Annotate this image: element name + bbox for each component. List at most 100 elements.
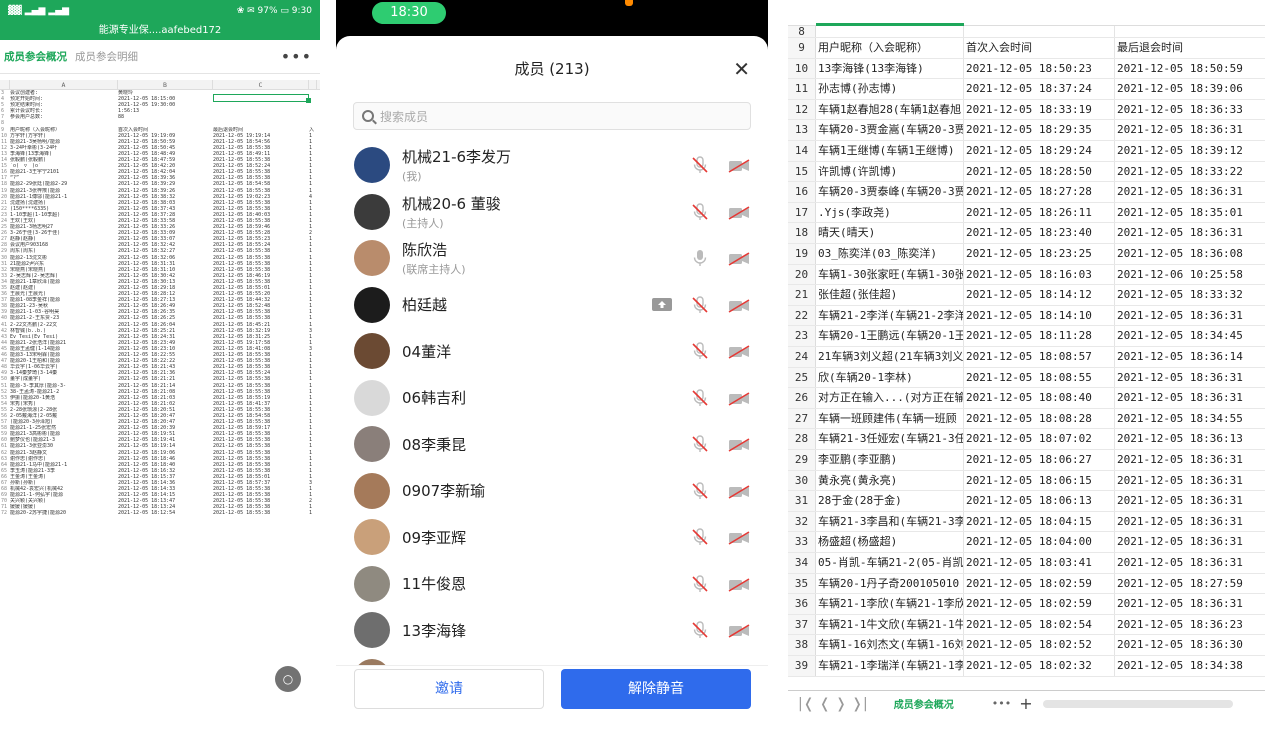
microphone-icon[interactable] [692, 249, 708, 267]
spreadsheet-grid[interactable]: A B C 3 会议创建者: 黄晓玲 4 预定开始时间: 2021-12-05 18:15… [0, 80, 320, 517]
microphone-muted-icon[interactable] [692, 389, 708, 407]
invite-button[interactable]: 邀请 [354, 669, 544, 709]
more-sheets-icon[interactable]: ••• [992, 697, 1011, 710]
camera-off-icon[interactable] [728, 577, 750, 592]
table-row[interactable]: 14 车辆1王继博(车辆1王继博) 2021-12-05 18:29:24 2021-… [788, 141, 1265, 162]
table-row[interactable]: 32 车辆21-3李昌和(车辆21-3李 2021-12-05 18:04:15 20… [788, 511, 1265, 533]
sheet-tab-overview[interactable]: 成员参会概况 [894, 696, 954, 711]
camera-off-icon[interactable] [728, 484, 750, 499]
table-row[interactable]: 35 车辆20-1丹子奇200105010 2021-12-05 18:02:59 2… [788, 573, 1265, 595]
camera-off-icon[interactable] [728, 437, 750, 452]
camera-off-icon[interactable] [728, 344, 750, 359]
microphone-muted-icon[interactable] [692, 621, 708, 639]
table-row[interactable]: 17 .Yjs(李政尧) 2021-12-05 18:26:11 2021-12-05… [788, 202, 1265, 224]
column-header-a[interactable]: A [10, 80, 118, 89]
table-row[interactable]: 36 车辆21-1李欣(车辆21-1李欣 2021-12-05 18:02:59 20… [788, 594, 1265, 615]
member-row[interactable]: 机械21-6李发万 (我) [336, 142, 768, 189]
camera-off-icon[interactable] [728, 251, 750, 266]
table-row[interactable]: 15 许凯博(许凯博) 2021-12-05 18:28:50 2021-12-05 … [788, 161, 1265, 183]
unmute-all-button[interactable]: 解除静音 [561, 669, 751, 709]
sheet-nav-arrows[interactable]: |❬ ❬ ❭ ❭| [798, 696, 868, 712]
member-row[interactable]: 柏廷越 [336, 282, 768, 329]
sheet-rows: 3 会议创建者: 黄晓玲 4 预定开始时间: 2021-12-05 18:15:00 5 预定… [0, 90, 320, 517]
table-row[interactable]: 13 车辆20-3贾金嵩(车辆20-3贾 2021-12-05 18:29:35 20… [788, 120, 1265, 141]
table-row[interactable]: 34 05-肖凯-车辆21-2(05-肖凯- 2021-12-05 18:03:41… [788, 553, 1265, 574]
table-row[interactable]: 10 13李海锋(13李海锋) 2021-12-05 18:50:23 2021-12… [788, 58, 1265, 80]
cell-name: 车辆21-1李欣(车辆21-1李欣 [816, 594, 964, 614]
tab-overview[interactable]: 成员参会概况 [4, 41, 67, 72]
table-row[interactable]: 19 03_陈奕洋(03_陈奕洋) 2021-12-05 18:23:25 2021-… [788, 244, 1265, 265]
table-row[interactable]: 23 车辆20-1王鹏远(车辆20-1王 2021-12-05 18:11:28 20… [788, 326, 1265, 347]
table-row[interactable]: 37 车辆21-1牛文欣(车辆21-1牛 2021-12-05 18:02:54 20… [788, 614, 1265, 636]
table-row[interactable]: 11 孙志博(孙志博) 2021-12-05 18:37:24 2021-12-05 … [788, 79, 1265, 100]
tab-details[interactable]: 成员参会明细 [75, 41, 138, 72]
call-time-pill[interactable]: 18:30 [372, 2, 446, 24]
member-row[interactable]: 09李亚辉 [336, 514, 768, 561]
camera-off-icon[interactable] [728, 205, 750, 220]
member-row[interactable]: 06韩吉利 [336, 375, 768, 422]
table-row[interactable]: 8 [788, 26, 1265, 38]
table-row[interactable]: 31 28于金(28于金) 2021-12-05 18:06:13 2021-12-0… [788, 491, 1265, 512]
member-row[interactable]: 11牛俊恩 [336, 561, 768, 608]
table-row[interactable]: 38 车辆1-16刘杰文(车辆1-16刘 2021-12-05 18:02:52 20… [788, 635, 1265, 656]
microphone-muted-icon[interactable] [692, 435, 708, 453]
table-row[interactable]: 72 能源20-2苏宇捷(能源20 2021-12-05 18:12:54 2021-… [0, 510, 320, 516]
member-row[interactable]: 陈欣浩 (联席主持人) [336, 235, 768, 282]
member-row[interactable]: 04董洋 [336, 328, 768, 375]
member-row[interactable]: 机械20-6 董骏 (主持人) [336, 189, 768, 236]
member-row[interactable]: 13李海锋 [336, 607, 768, 654]
table-row[interactable]: 29 李亚鹏(李亚鹏) 2021-12-05 18:06:27 2021-12-05 … [788, 450, 1265, 471]
horizontal-scrollbar[interactable] [1042, 699, 1233, 708]
members-footer: 邀请 解除静音 [336, 665, 768, 731]
microphone-muted-icon[interactable] [692, 575, 708, 593]
cell-name: 21车辆3刘义超(21车辆3刘义 [816, 347, 964, 367]
table-row[interactable]: 24 21车辆3刘义超(21车辆3刘义 2021-12-05 18:08:57 202… [788, 347, 1265, 368]
table-row[interactable]: 16 车辆20-3贾泰峰(车辆20-3贾 2021-12-05 18:27:28 20… [788, 182, 1265, 203]
table-row[interactable]: 25 欣(车辆20-1李林) 2021-12-05 18:08:55 2021-12-… [788, 367, 1265, 389]
table-row[interactable]: 30 黄永亮(黄永亮) 2021-12-05 18:06:15 2021-12-05 … [788, 470, 1265, 492]
table-row[interactable]: 20 车辆1-30张家旺(车辆1-30张 2021-12-05 18:16:03 20… [788, 264, 1265, 286]
cell-name: .Yjs(李政尧) [816, 202, 964, 223]
table-row[interactable]: 39 车辆21-1李瑞洋(车辆21-1李 2021-12-05 18:02:32 20… [788, 656, 1265, 677]
camera-off-icon[interactable] [728, 298, 750, 313]
microphone-muted-icon[interactable] [692, 342, 708, 360]
member-row[interactable]: 14—罗聪智 [336, 654, 768, 665]
cell-leave-time: 2021-12-05 18:36:13 [1117, 432, 1243, 446]
table-row[interactable]: 21 张佳超(张佳超) 2021-12-05 18:14:12 2021-12-05 … [788, 285, 1265, 306]
cell-join-time: 2021-12-05 18:08:55 [964, 367, 1115, 388]
member-row[interactable]: 08李秉昆 [336, 421, 768, 468]
column-header-c[interactable]: C [213, 80, 309, 89]
camera-off-icon[interactable] [728, 391, 750, 406]
cell-name: 28于金(28于金) [816, 491, 964, 511]
close-icon[interactable]: ✕ [733, 36, 750, 102]
column-header-b[interactable]: B [118, 80, 213, 89]
table-row[interactable]: 27 车辆一班顾建伟(车辆一班顾 2021-12-05 18:08:28 2021-1… [788, 408, 1265, 430]
microphone-muted-icon[interactable] [692, 156, 708, 174]
floating-assist-icon[interactable]: ○ [275, 666, 301, 692]
cell-join-time: 2021-12-05 18:14:10 [964, 305, 1115, 326]
table-row[interactable]: 26 对方正在输入...(对方正在输 2021-12-05 18:08:40 2021… [788, 388, 1265, 409]
camera-off-icon[interactable] [728, 158, 750, 173]
cell-name: 05-肖凯-车辆21-2(05-肖凯- [816, 553, 964, 573]
camera-off-icon[interactable] [728, 530, 750, 545]
selection-handle[interactable] [306, 98, 311, 103]
microphone-muted-icon[interactable] [692, 482, 708, 500]
table-row[interactable]: 33 杨盛超(杨盛超) 2021-12-05 18:04:00 2021-12-05 … [788, 532, 1265, 553]
microphone-muted-icon[interactable] [692, 203, 708, 221]
cell-leave-time: 2021-12-05 18:27:59 [1117, 576, 1243, 590]
member-row[interactable]: 0907李新瑜 [336, 468, 768, 515]
table-row[interactable]: 12 车辆1赵春旭28(车辆1赵春旭 2021-12-05 18:33:19 2021… [788, 99, 1265, 121]
table-row[interactable]: 18 晴天(晴天) 2021-12-05 18:23:40 2021-12-05 18… [788, 223, 1265, 244]
microphone-muted-icon[interactable] [692, 528, 708, 546]
members-sheet: 成员 (213) ✕ 搜索成员 机械21-6李发万 (我) 机械20-6 董骏 (主持… [336, 36, 768, 731]
screen-share-icon[interactable] [651, 297, 673, 313]
table-row[interactable]: 9 用户昵称（入会昵称） 首次入会时间 最后退会时间 [788, 38, 1265, 59]
table-row[interactable]: 28 车辆21-3任娅宏(车辆21-3任 2021-12-05 18:07:02 20… [788, 429, 1265, 450]
search-member-input[interactable]: 搜索成员 [353, 102, 751, 130]
camera-off-icon[interactable] [728, 623, 750, 638]
cell-name: 车辆20-1王鹏远(车辆20-1王 [816, 326, 964, 346]
table-row[interactable]: 22 车辆21-2李洋(车辆21-2李洋 2021-12-05 18:14:10 20… [788, 305, 1265, 327]
more-options-icon[interactable]: ••• [281, 47, 316, 66]
microphone-muted-icon[interactable] [692, 296, 708, 314]
add-sheet-icon[interactable]: + [1019, 694, 1032, 713]
